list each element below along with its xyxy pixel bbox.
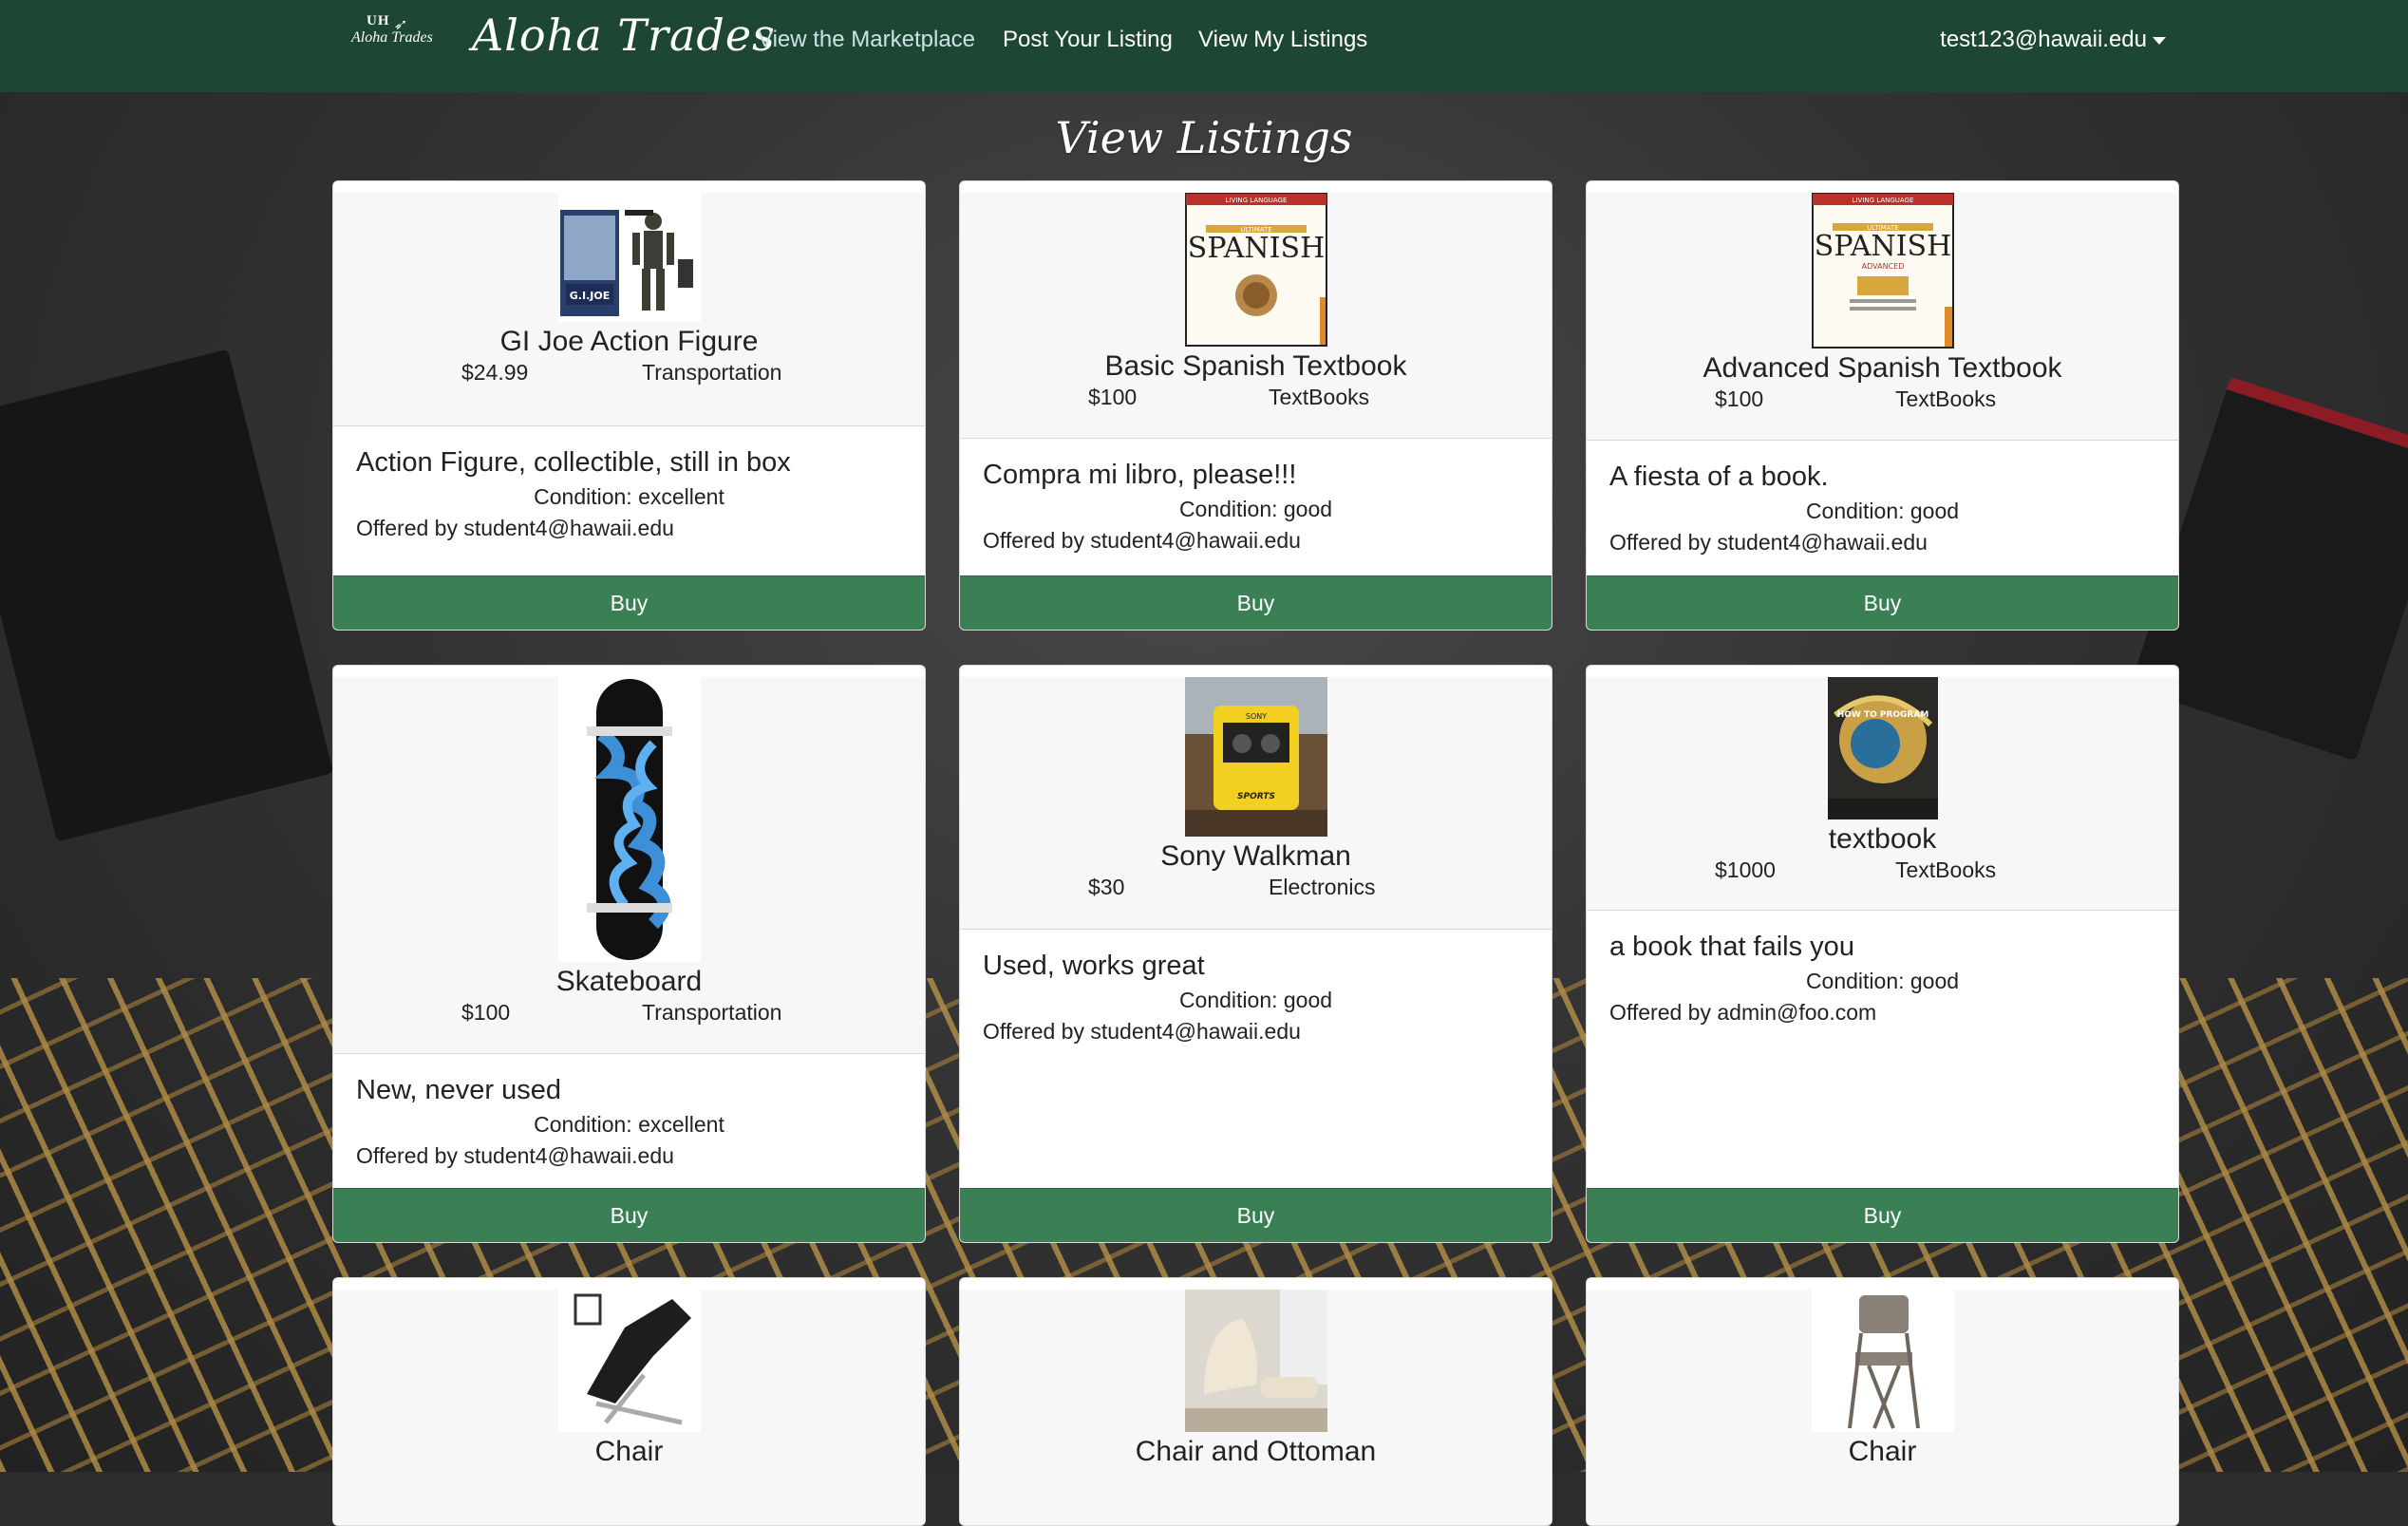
listing-category: Transportation [642, 360, 782, 385]
listing-description: New, never used [356, 1075, 562, 1105]
listing-seller: Offered by admin@foo.com [1609, 1000, 1877, 1025]
listing-condition: Condition: good [1178, 497, 1333, 521]
listing-image [557, 1290, 701, 1432]
listing-card: LIVING LANGUAGE ULTIMATE SPANISH Basic S… [959, 180, 1552, 631]
listing-image [1184, 1290, 1327, 1432]
buy-button[interactable]: Buy [960, 1188, 1552, 1242]
listing-name: Advanced Spanish Textbook [1703, 352, 2062, 384]
listing-category: TextBooks [1269, 385, 1370, 409]
listing-seller: Offered by student4@hawaii.edu [356, 1143, 674, 1168]
bird-icon: ➶ [393, 17, 406, 33]
listing-category: Electronics [1269, 875, 1376, 899]
user-dropdown[interactable]: test123@hawaii.edu [1940, 27, 2166, 53]
listing-name: Basic Spanish Textbook [1104, 350, 1407, 382]
book-series-label: LIVING LANGUAGE [1225, 197, 1287, 204]
listing-name: Skateboard [555, 966, 703, 997]
listing-price: $24.99 [461, 360, 529, 385]
listing-card: Chair [1586, 1277, 2179, 1526]
listing-description: Compra mi libro, please!!! [983, 460, 1297, 490]
listing-price: $30 [1088, 875, 1125, 899]
buy-button[interactable]: Buy [1587, 575, 2178, 630]
listing-card: HOW TO PROGRAM textbook $1000 TextBooks a… [1586, 665, 2179, 1243]
buy-button[interactable]: Buy [333, 575, 925, 630]
user-email: test123@hawaii.edu [1940, 27, 2147, 52]
book-title-label: SPANISH [1187, 232, 1324, 265]
listing-seller: Offered by student4@hawaii.edu [1609, 530, 1928, 555]
listing-description: A fiesta of a book. [1609, 462, 1829, 492]
listing-card: Chair [332, 1277, 926, 1526]
listing-category: Transportation [642, 1000, 782, 1025]
listing-condition: Condition: excellent [534, 1112, 724, 1137]
buy-button[interactable]: Buy [333, 1188, 925, 1242]
listing-price: $1000 [1715, 857, 1776, 882]
nav-view-my-listings[interactable]: View My Listings [1198, 27, 1367, 53]
walkman-brand-label: SONY [1245, 712, 1266, 721]
listing-description: a book that fails you [1609, 932, 1854, 962]
listing-card: LIVING LANGUAGE ULTIMATE SPANISH ADVANCE… [1586, 180, 2179, 631]
brand-title[interactable]: Aloha Trades [472, 9, 776, 61]
listing-card: SONY SPORTS Sony Walkman $30 Electronics … [959, 665, 1552, 1243]
listing-card: G.I.JOE GI Joe Action Figure $24.99 Trans… [332, 180, 926, 631]
listing-name: Chair [1848, 1436, 1917, 1467]
listing-price: $100 [1088, 385, 1138, 409]
listing-card: Skateboard $100 Transportation New, never… [332, 665, 926, 1243]
listing-description: Action Figure, collectible, still in box [356, 447, 791, 478]
listing-category: TextBooks [1895, 386, 1997, 411]
book-title-label: HOW TO PROGRAM [1836, 710, 1928, 720]
listing-image [557, 677, 701, 962]
toy-brand-label: G.I.JOE [569, 290, 609, 302]
listing-image: SONY SPORTS [1184, 677, 1327, 837]
listing-name: Sony Walkman [1160, 840, 1351, 872]
listing-condition: Condition: excellent [534, 484, 724, 509]
listing-image [1811, 1290, 1954, 1432]
listing-name: GI Joe Action Figure [499, 326, 759, 357]
buy-button[interactable]: Buy [1587, 1188, 2178, 1242]
listing-description: Used, works great [983, 951, 1205, 981]
shopping-bag-decoration [0, 349, 334, 842]
listing-image: G.I.JOE [557, 193, 701, 322]
brand-logo[interactable]: UH ➶ Aloha Trades [351, 13, 456, 55]
listing-condition: Condition: good [1178, 988, 1333, 1012]
listing-name: Chair [594, 1436, 664, 1467]
listing-condition: Condition: good [1805, 499, 1960, 523]
listing-seller: Offered by student4@hawaii.edu [356, 516, 674, 540]
book-series-label: LIVING LANGUAGE [1852, 197, 1913, 204]
listing-name: textbook [1828, 823, 1937, 855]
nav-view-marketplace[interactable]: View the Marketplace [758, 27, 975, 53]
listing-price: $100 [461, 1000, 511, 1025]
listing-image: HOW TO PROGRAM [1827, 677, 1938, 820]
listing-category: TextBooks [1895, 857, 1997, 882]
listing-seller: Offered by student4@hawaii.edu [983, 1019, 1301, 1044]
chevron-down-icon [2153, 36, 2166, 45]
listing-seller: Offered by student4@hawaii.edu [983, 528, 1301, 553]
listing-card: Chair and Ottoman [959, 1277, 1552, 1526]
book-level-label: ADVANCED [1861, 262, 1904, 271]
navbar: UH ➶ Aloha Trades Aloha Trades View the … [0, 0, 2408, 92]
listing-price: $100 [1715, 386, 1764, 411]
walkman-line-label: SPORTS [1237, 792, 1275, 801]
listing-image: LIVING LANGUAGE ULTIMATE SPANISH [1184, 193, 1327, 347]
listing-image: LIVING LANGUAGE ULTIMATE SPANISH ADVANCE… [1811, 193, 1954, 349]
listing-name: Chair and Ottoman [1135, 1436, 1377, 1467]
listing-condition: Condition: good [1805, 969, 1960, 993]
nav-post-listing[interactable]: Post Your Listing [1003, 27, 1173, 53]
page-title: View Listings [1055, 112, 1353, 163]
buy-button[interactable]: Buy [960, 575, 1552, 630]
book-title-label: SPANISH [1814, 230, 1950, 263]
